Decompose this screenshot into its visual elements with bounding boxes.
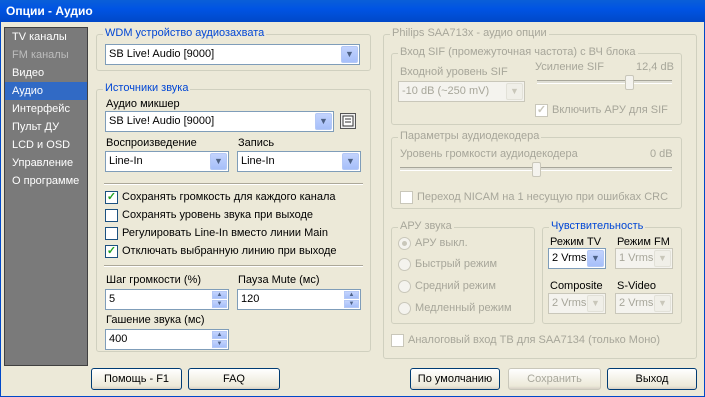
decoder-volume-label: Уровень громкости аудиодекодера [400,148,578,160]
chevron-down-icon: ▼ [654,250,671,267]
sources-group-legend: Источники звука [103,82,191,94]
spin-down-icon[interactable]: ▼ [212,340,227,348]
nicam-checkbox: Переход NICAM на 1 несущую при ошибках C… [400,191,668,205]
playback-value: Line-In [109,155,143,167]
fade-label: Гашение звука (мс) [106,314,205,326]
fade-input[interactable]: 400 ▲ ▼ [105,329,229,350]
composite-label: Composite [550,280,603,292]
svideo-label: S-Video [617,280,656,292]
playback-select[interactable]: Line-In ▼ [105,151,229,172]
sidebar-item-tv-channels[interactable]: TV каналы [5,28,87,46]
spin-down-icon[interactable]: ▼ [212,300,227,308]
sidebar-item-about[interactable]: О программе [5,172,87,190]
mute-pause-label: Пауза Mute (мс) [238,274,320,286]
checkmark-icon: ✓ [105,245,118,258]
wdm-group-legend: WDM устройство аудиозахвата [103,27,267,39]
window-title: Опции - Аудио [0,0,705,22]
sif-level-label: Входной уровень SIF [400,66,508,78]
sif-gain-value: 12,4 dB [636,61,674,73]
spin-up-icon[interactable]: ▲ [212,291,227,299]
chevron-down-icon: ▼ [587,295,604,312]
divider [104,183,363,185]
agc-off-radio: АРУ выкл. [398,237,468,251]
fm-mode-label: Режим FM [617,236,670,248]
sidebar-item-remote[interactable]: Пульт ДУ [5,118,87,136]
mixer-label: Аудио микшер [106,98,180,110]
tv-mode-label: Режим TV [550,236,602,248]
mixer-select[interactable]: SB Live! Audio [9000] ▼ [105,111,334,132]
mixer-value: SB Live! Audio [9000] [109,115,215,127]
sif-gain-slider-thumb [625,75,635,90]
sidebar-item-interface[interactable]: Интерфейс [5,100,87,118]
record-value: Line-In [241,155,275,167]
sif-gain-slider-track [537,80,672,84]
divider [104,265,363,267]
chevron-down-icon[interactable]: ▼ [315,113,332,130]
faq-button[interactable]: FAQ [188,368,280,390]
record-select[interactable]: Line-In ▼ [237,151,361,172]
sidebar-item-control[interactable]: Управление [5,154,87,172]
mute-pause-input[interactable]: 120 ▲ ▼ [237,289,361,310]
checkmark-icon: ✓ [535,104,548,117]
sif-gain-label: Усиление SIF [535,61,604,73]
agc-slow-radio: Медленный режим [398,302,512,316]
decoder-volume-value: 0 dB [650,148,673,160]
help-button[interactable]: Помощь - F1 [91,368,182,390]
agc-fast-radio: Быстрый режим [398,258,497,272]
sif-group-legend: Вход SIF (промежуточная частота) с ВЧ бл… [398,46,638,58]
wdm-device-value: SB Live! Audio [9000] [109,48,215,60]
default-button[interactable]: По умолчанию [410,368,500,390]
svideo-select: 2 Vrms ▼ [615,293,673,314]
chevron-down-icon[interactable]: ▼ [210,153,227,170]
sif-level-select: -10 dB (~250 mV) ▼ [398,81,525,102]
playback-label: Воспроизведение [106,137,197,149]
decoder-volume-slider-thumb [531,162,541,177]
save-level-on-exit-checkbox[interactable]: Сохранять уровень звука при выходе [105,209,313,223]
sensitivity-group-legend: Чувствительность [549,220,646,232]
fm-mode-select: 1 Vrms ▼ [615,248,673,269]
decoder-group-legend: Параметры аудиодекодера [398,130,542,142]
analog-input-checkbox: Аналоговый вход ТВ для SAA7134 (только М… [391,334,660,348]
mute-line-on-exit-checkbox[interactable]: ✓ Отключать выбранную линию при выходе [105,245,337,259]
volume-step-label: Шаг громкости (%) [106,274,201,286]
agc-group-legend: АРУ звука [398,220,454,232]
sidebar: TV каналы FM каналы Видео Аудио Интерфей… [4,27,88,366]
sidebar-item-lcd-osd[interactable]: LCD и OSD [5,136,87,154]
checkmark-icon: ✓ [105,191,118,204]
sidebar-item-fm-channels: FM каналы [12,49,69,61]
tv-mode-select[interactable]: 2 Vrms ▼ [548,248,606,269]
chevron-down-icon[interactable]: ▼ [341,46,358,63]
spin-up-icon[interactable]: ▲ [344,291,359,299]
chevron-down-icon: ▼ [654,295,671,312]
philips-group-legend: Philips SAA713x - аудио опции [390,27,549,39]
sidebar-item-audio[interactable]: Аудио [5,82,87,100]
chevron-down-icon[interactable]: ▼ [342,153,359,170]
save-button: Сохранить [508,368,601,390]
volume-step-input[interactable]: 5 ▲ ▼ [105,289,229,310]
agc-medium-radio: Средний режим [398,280,496,294]
save-volume-per-channel-checkbox[interactable]: ✓ Сохранять громкость для каждого канала [105,191,335,205]
sidebar-item-video[interactable]: Видео [5,64,87,82]
spin-down-icon[interactable]: ▼ [344,300,359,308]
composite-select: 2 Vrms ▼ [548,293,606,314]
wdm-device-select[interactable]: SB Live! Audio [9000] ▼ [105,44,360,65]
exit-button[interactable]: Выход [607,368,697,390]
record-label: Запись [238,137,275,149]
sif-agc-checkbox: ✓ Включить АРУ для SIF [535,104,668,117]
mixer-properties-icon[interactable] [340,113,356,129]
chevron-down-icon[interactable]: ▼ [587,250,604,267]
chevron-down-icon: ▼ [506,83,523,100]
adjust-line-in-checkbox[interactable]: Регулировать Line-In вместо линии Main [105,227,328,241]
spin-up-icon[interactable]: ▲ [212,331,227,339]
